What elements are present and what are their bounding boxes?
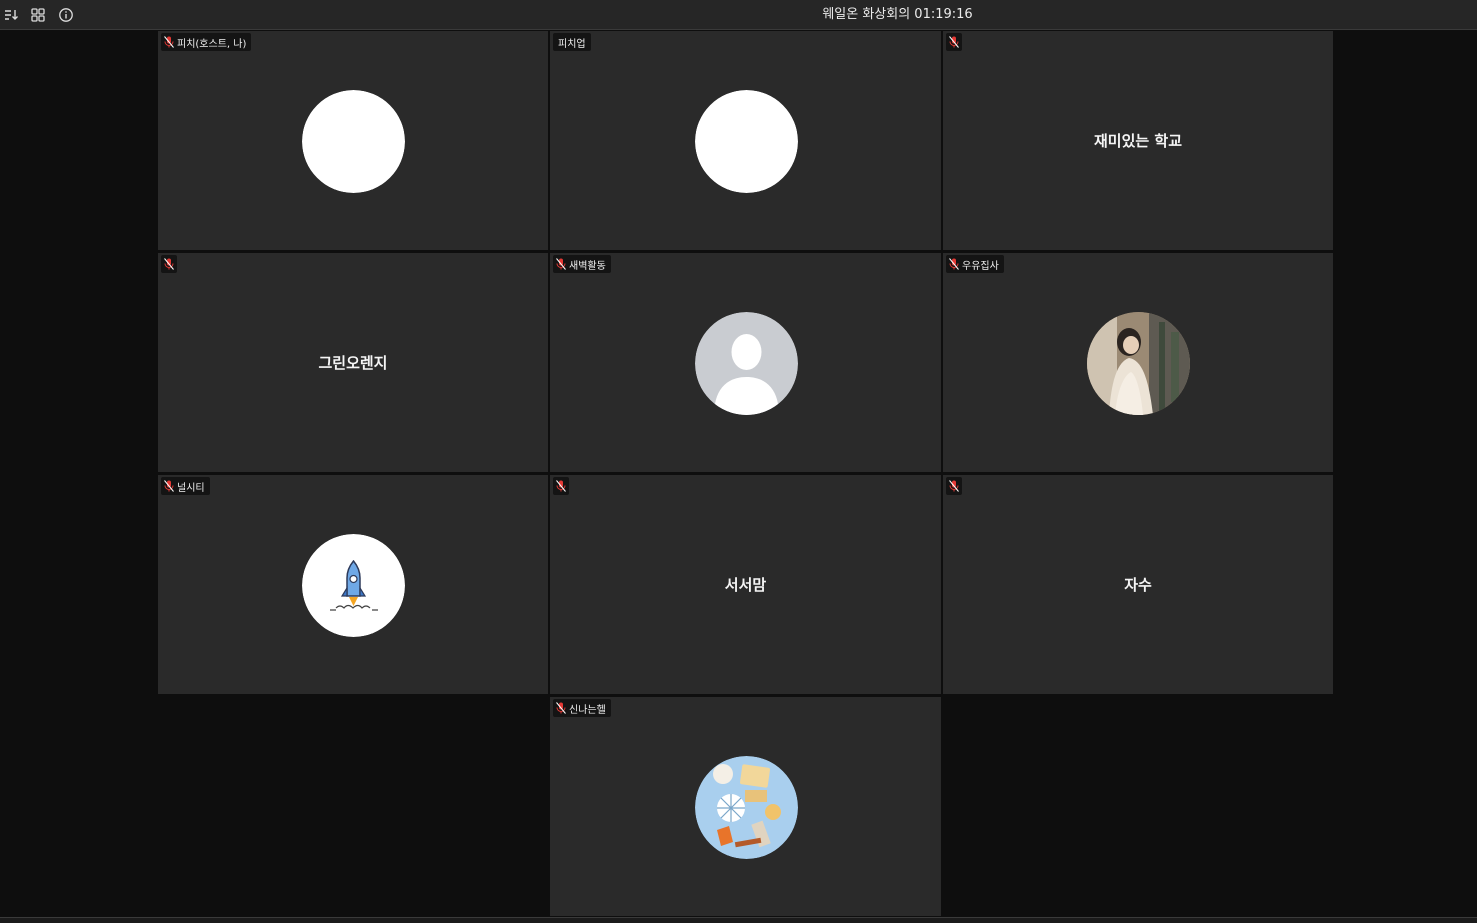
mic-muted-icon [555, 479, 567, 493]
participant-name-tag [946, 477, 962, 495]
rocket-avatar [302, 533, 405, 637]
mic-muted-icon [948, 35, 960, 49]
participant-name: 우유집사 [962, 260, 999, 272]
avatar [302, 89, 405, 193]
photo-avatar [694, 755, 798, 859]
participant-tile[interactable]: 피치업 [550, 31, 941, 250]
participant-name-tag: 새벽활동 [553, 255, 611, 273]
participant-display-name: 자수 [1124, 575, 1152, 594]
participant-name-tag [946, 33, 962, 51]
bottom-bar [0, 917, 1477, 923]
participant-name: 피치(호스트, 나) [177, 38, 247, 50]
avatar [694, 89, 798, 193]
participant-name-tag: 신나는헬 [553, 699, 611, 717]
meeting-title: 웨일온 화상회의 01:19:16 [822, 7, 973, 22]
mic-muted-icon [163, 35, 175, 49]
participant-name-tag: 피치업 [553, 33, 591, 51]
default-avatar-icon [694, 311, 798, 415]
photo-avatar [1087, 311, 1190, 415]
participant-display-name: 그린오렌지 [318, 353, 388, 372]
mic-muted-icon [555, 701, 567, 715]
participant-tile[interactable]: 서서맘 [550, 475, 941, 694]
participant-tile[interactable]: 재미있는 학교 [943, 31, 1333, 250]
participant-tile[interactable]: 신나는헬 [550, 697, 941, 916]
mic-muted-icon [163, 257, 175, 271]
participant-name-tag [553, 477, 569, 495]
participant-name-tag [161, 255, 177, 273]
mic-muted-icon [555, 257, 567, 271]
participant-name-tag: 피치(호스트, 나) [161, 33, 252, 51]
mic-muted-icon [163, 479, 175, 493]
participant-tile[interactable]: 그린오렌지 [158, 253, 548, 472]
participant-name: 새벽활동 [569, 260, 606, 272]
participant-tile[interactable]: 자수 [943, 475, 1333, 694]
top-bar: 웨일온 화상회의 01:19:16 [0, 0, 1477, 30]
participant-tile[interactable]: 피치(호스트, 나) [158, 31, 548, 250]
participant-name: 널시티 [177, 482, 205, 494]
participant-tile[interactable]: 새벽활동 [550, 253, 941, 472]
participant-display-name: 재미있는 학교 [1093, 131, 1183, 150]
participant-tile[interactable]: 널시티 [158, 475, 548, 694]
mic-muted-icon [948, 479, 960, 493]
video-grid: 피치(호스트, 나) 피치업 재미있는 학교 그린오렌지 새벽활동 우유집사 널… [0, 31, 1477, 917]
participant-name-tag: 우유집사 [946, 255, 1004, 273]
participant-name: 신나는헬 [569, 704, 606, 716]
participant-tile[interactable]: 우유집사 [943, 253, 1333, 472]
mic-muted-icon [948, 257, 960, 271]
participant-name-tag: 널시티 [161, 477, 210, 495]
participant-display-name: 서서맘 [724, 575, 767, 594]
participant-name: 피치업 [558, 38, 586, 50]
